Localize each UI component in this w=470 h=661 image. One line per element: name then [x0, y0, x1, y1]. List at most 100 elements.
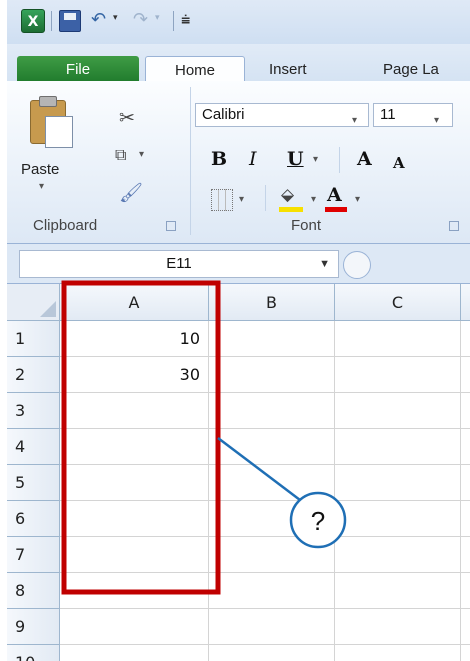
font-color-dropdown-icon[interactable]: ▾ — [355, 194, 360, 205]
cell-a4[interactable] — [60, 429, 209, 465]
font-name-box[interactable]: Calibri ▾ — [195, 103, 369, 127]
cell-a7[interactable] — [60, 537, 209, 573]
cell-b8[interactable] — [209, 573, 335, 609]
row-header-4[interactable]: 4 — [7, 429, 60, 465]
cell-c10[interactable] — [335, 645, 461, 661]
tab-file[interactable]: File — [17, 56, 139, 83]
cell-b4[interactable] — [209, 429, 335, 465]
cell-a1[interactable]: 10 — [60, 321, 209, 357]
paste-dropdown-icon[interactable]: ▾ — [39, 181, 44, 192]
font-size-box[interactable]: 11 ▾ — [373, 103, 453, 127]
cell-a9[interactable] — [60, 609, 209, 645]
cell-d3[interactable] — [461, 393, 470, 429]
cut-icon[interactable]: ✂ — [119, 107, 135, 129]
clipboard-launcher-icon[interactable] — [166, 221, 176, 231]
undo-icon[interactable]: ↶ — [91, 9, 106, 31]
fill-color-dropdown-icon[interactable]: ▾ — [311, 194, 316, 205]
column-header-a[interactable]: A — [60, 284, 209, 321]
formula-bar-handle-icon[interactable] — [343, 251, 371, 279]
cell-b10[interactable] — [209, 645, 335, 661]
group-separator — [190, 87, 191, 235]
cell-c1[interactable] — [335, 321, 461, 357]
cell-d10[interactable] — [461, 645, 470, 661]
paste-button-label[interactable]: Paste — [21, 161, 59, 178]
cell-d4[interactable] — [461, 429, 470, 465]
name-box-value: E11 — [166, 255, 192, 272]
cell-c4[interactable] — [335, 429, 461, 465]
cell-b7[interactable] — [209, 537, 335, 573]
cell-c6[interactable] — [335, 501, 461, 537]
cell-a6[interactable] — [60, 501, 209, 537]
font-name-value: Calibri — [202, 106, 245, 123]
cell-c8[interactable] — [335, 573, 461, 609]
tab-home[interactable]: Home — [145, 56, 245, 84]
cell-c5[interactable] — [335, 465, 461, 501]
shrink-font-button[interactable]: A — [393, 151, 405, 175]
format-painter-icon[interactable]: 🖌 — [119, 182, 143, 204]
borders-icon[interactable] — [211, 189, 233, 211]
row-header-2[interactable]: 2 — [7, 357, 60, 393]
cell-b3[interactable] — [209, 393, 335, 429]
italic-button[interactable]: I — [249, 147, 257, 171]
cell-d7[interactable] — [461, 537, 470, 573]
format-separator — [265, 185, 266, 211]
cell-c3[interactable] — [335, 393, 461, 429]
cell-c9[interactable] — [335, 609, 461, 645]
font-color-button[interactable]: A — [327, 183, 342, 207]
name-box-dropdown-icon[interactable]: ▼ — [319, 251, 330, 277]
cell-b1[interactable] — [209, 321, 335, 357]
cell-b2[interactable] — [209, 357, 335, 393]
name-box[interactable]: E11 ▼ — [19, 250, 339, 278]
font-color-bar — [325, 207, 347, 212]
cell-b6[interactable] — [209, 501, 335, 537]
select-all-corner[interactable] — [7, 284, 60, 321]
tab-insert[interactable]: Insert — [269, 56, 307, 83]
cell-c7[interactable] — [335, 537, 461, 573]
cell-a8[interactable] — [60, 573, 209, 609]
paste-icon[interactable] — [28, 94, 74, 148]
customize-toolbar-icon[interactable]: ⩧ — [181, 9, 190, 31]
font-launcher-icon[interactable] — [449, 221, 459, 231]
copy-dropdown-icon[interactable]: ▾ — [139, 149, 144, 160]
row-header-1[interactable]: 1 — [7, 321, 60, 357]
row-header-7[interactable]: 7 — [7, 537, 60, 573]
cell-b9[interactable] — [209, 609, 335, 645]
cell-a2[interactable]: 30 — [60, 357, 209, 393]
cell-d6[interactable] — [461, 501, 470, 537]
row-header-6[interactable]: 6 — [7, 501, 60, 537]
row-header-3[interactable]: 3 — [7, 393, 60, 429]
ribbon-tabs: File Home Insert Page La — [7, 44, 470, 84]
copy-icon[interactable]: ⧉ — [115, 144, 126, 166]
borders-dropdown-icon[interactable]: ▾ — [239, 194, 244, 205]
grow-font-button[interactable]: A — [357, 147, 372, 171]
excel-app-icon[interactable]: X — [21, 9, 45, 33]
column-header-c[interactable]: C — [335, 284, 461, 321]
row-header-8[interactable]: 8 — [7, 573, 60, 609]
font-name-dropdown-icon[interactable]: ▾ — [352, 110, 357, 132]
cell-a3[interactable] — [60, 393, 209, 429]
column-header-b[interactable]: B — [209, 284, 335, 321]
save-icon[interactable] — [59, 10, 81, 32]
cell-d1[interactable] — [461, 321, 470, 357]
font-size-dropdown-icon[interactable]: ▾ — [434, 110, 439, 132]
fill-color-icon[interactable]: ⬙ — [281, 184, 294, 206]
cell-a10[interactable] — [60, 645, 209, 661]
undo-dropdown-icon[interactable]: ▾ — [113, 13, 118, 23]
redo-dropdown-icon[interactable]: ▾ — [155, 13, 160, 23]
row-header-9[interactable]: 9 — [7, 609, 60, 645]
row-header-10[interactable]: 10 — [7, 645, 60, 661]
column-header-d[interactable] — [461, 284, 470, 321]
tab-page-layout[interactable]: Page La — [383, 56, 439, 83]
cell-c2[interactable] — [335, 357, 461, 393]
row-header-5[interactable]: 5 — [7, 465, 60, 501]
cell-a5[interactable] — [60, 465, 209, 501]
cell-d9[interactable] — [461, 609, 470, 645]
cell-b5[interactable] — [209, 465, 335, 501]
cell-d2[interactable] — [461, 357, 470, 393]
cell-d5[interactable] — [461, 465, 470, 501]
redo-icon[interactable]: ↷ — [133, 9, 148, 31]
bold-button[interactable]: B — [211, 147, 227, 171]
cell-d8[interactable] — [461, 573, 470, 609]
underline-dropdown-icon[interactable]: ▾ — [313, 154, 318, 165]
underline-button[interactable]: U — [287, 147, 304, 171]
